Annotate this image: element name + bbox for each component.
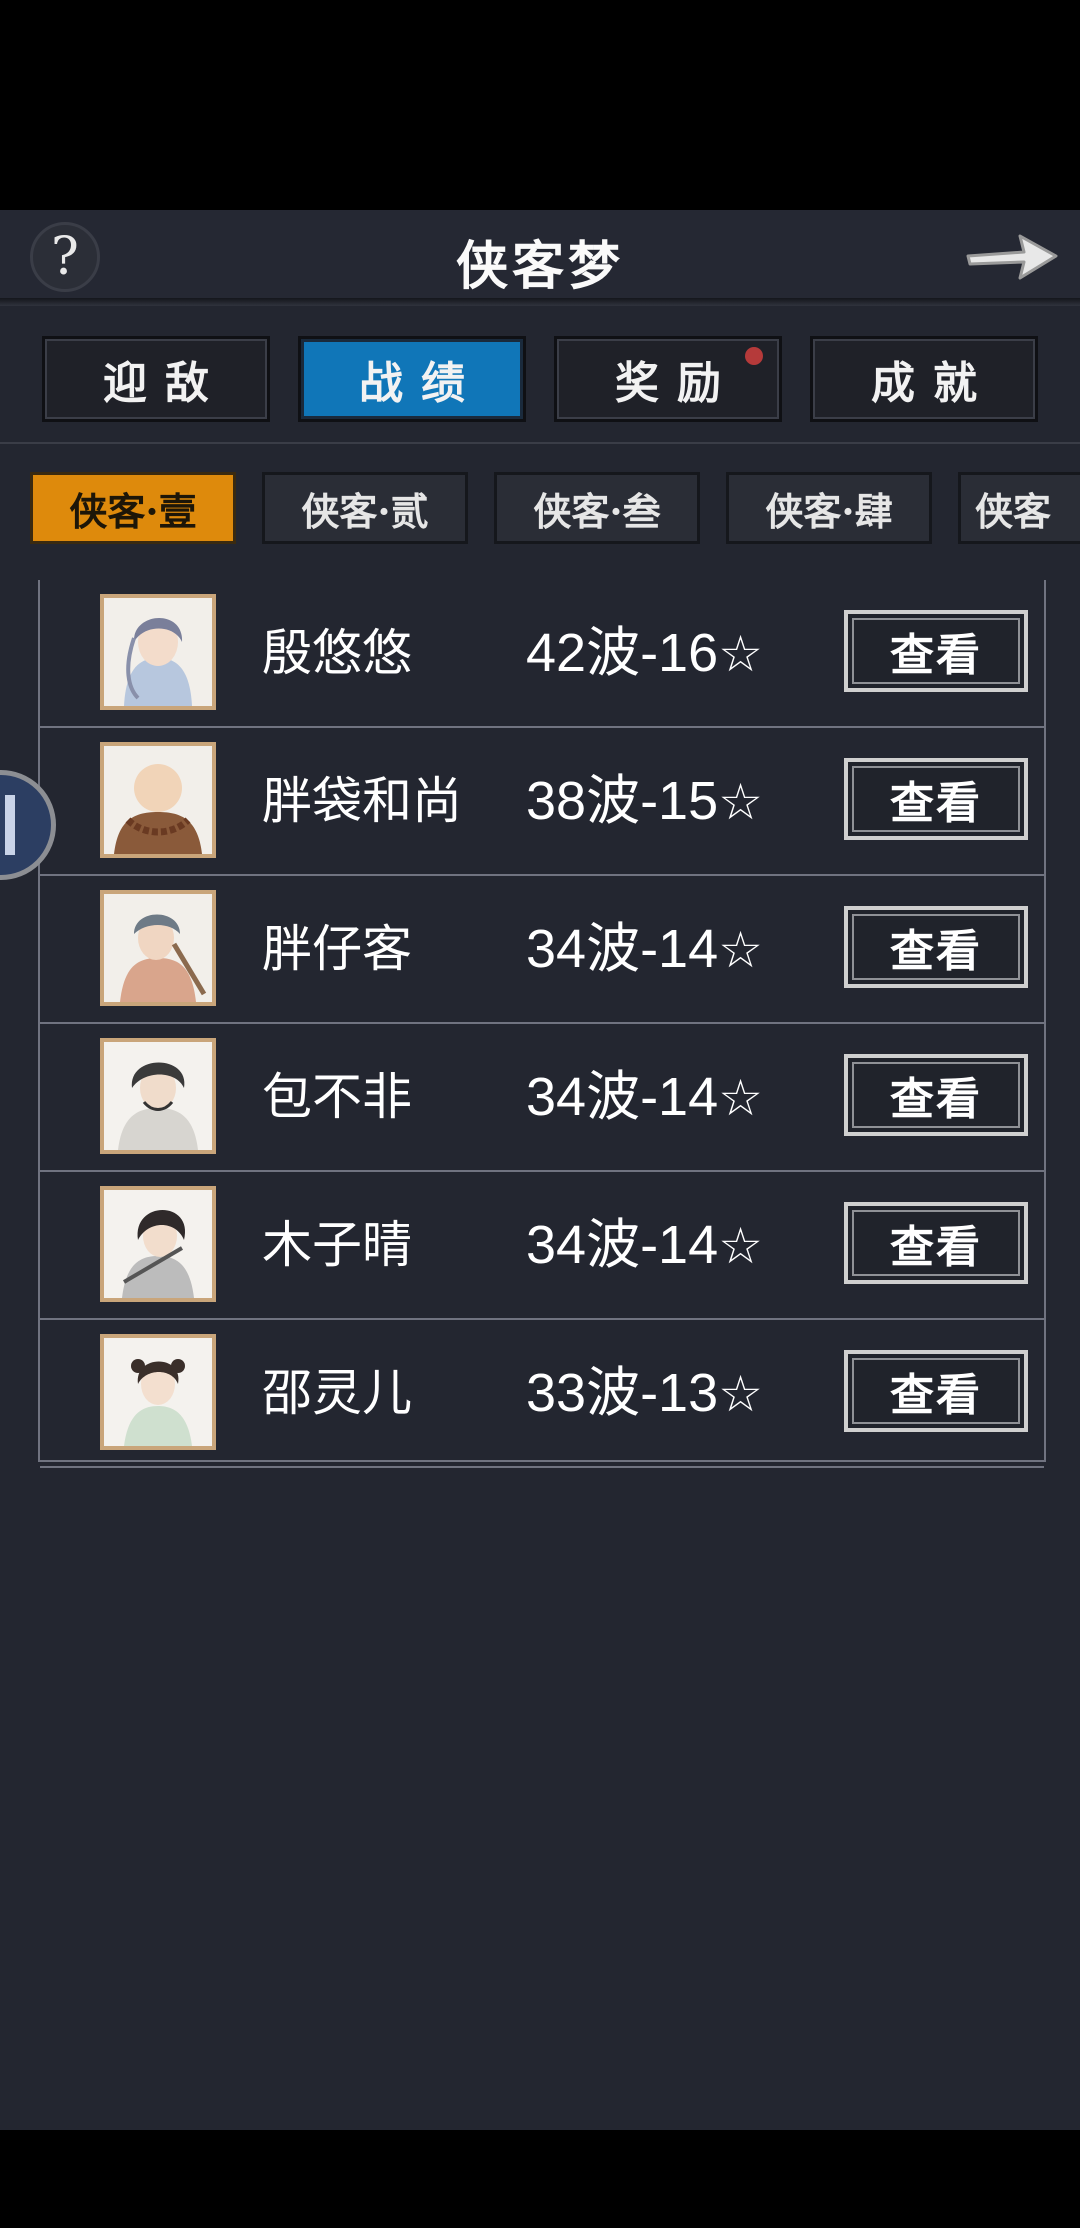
star-icon: ☆ <box>718 922 763 978</box>
notification-dot <box>745 347 763 365</box>
tabs-divider <box>0 442 1080 444</box>
header: ? 侠客梦 <box>0 210 1080 300</box>
record-score: 34波-14☆ <box>526 919 763 979</box>
record-row: 殷悠悠 42波-16☆ 查看 <box>40 580 1044 728</box>
record-row: 胖袋和尚 38波-15☆ 查看 <box>40 728 1044 876</box>
avatar <box>100 594 216 710</box>
view-button[interactable]: 查看 <box>844 758 1028 840</box>
view-button[interactable]: 查看 <box>844 1054 1028 1136</box>
avatar <box>100 1334 216 1450</box>
header-divider <box>0 298 1080 306</box>
tab-zhanji[interactable]: 战绩 <box>298 336 526 422</box>
hero-name: 木子晴 <box>262 1217 412 1273</box>
tab-chengjiu[interactable]: 成就 <box>810 336 1038 422</box>
record-row: 木子晴 34波-14☆ 查看 <box>40 1172 1044 1320</box>
hero-name: 邵灵儿 <box>262 1365 412 1421</box>
exit-button[interactable] <box>962 222 1062 286</box>
star-icon: ☆ <box>718 626 763 682</box>
view-button[interactable]: 查看 <box>844 1350 1028 1432</box>
tab-label: 迎敌 <box>103 358 227 409</box>
right-arrow-icon <box>966 234 1058 280</box>
page-title: 侠客梦 <box>455 236 624 297</box>
records-table: 殷悠悠 42波-16☆ 查看 胖袋和尚 38波-15☆ 查看 胖仔客 34波-1… <box>38 580 1046 1468</box>
record-score: 38波-15☆ <box>526 771 763 831</box>
tab-label: 战绩 <box>359 358 483 409</box>
star-icon: ☆ <box>718 1366 763 1422</box>
handle-grip-icon <box>5 795 15 855</box>
record-score: 34波-14☆ <box>526 1215 763 1275</box>
sub-tab-label: 侠客 <box>975 488 1052 534</box>
sub-tab-label: 侠客·叁 <box>533 488 661 534</box>
sub-tab-3[interactable]: 侠客·叁 <box>494 472 700 544</box>
sub-tab-label: 侠客·贰 <box>301 488 429 534</box>
sub-tab-2[interactable]: 侠客·贰 <box>262 472 468 544</box>
tab-label: 奖励 <box>615 358 739 409</box>
record-score: 34波-14☆ <box>526 1067 763 1127</box>
tab-yingdi[interactable]: 迎敌 <box>42 336 270 422</box>
main-tabs: 迎敌 战绩 奖励 成就 <box>42 336 1038 426</box>
avatar <box>100 742 216 858</box>
sub-tab-5[interactable]: 侠客 <box>958 472 1080 544</box>
view-button[interactable]: 查看 <box>844 906 1028 988</box>
star-icon: ☆ <box>718 1070 763 1126</box>
game-panel: ? 侠客梦 迎敌 战绩 奖励 成就 侠客·壹 侠客·贰 侠客·叁 侠客·肆 侠客… <box>0 210 1080 2130</box>
tab-jiangli[interactable]: 奖励 <box>554 336 782 422</box>
record-score: 33波-13☆ <box>526 1363 763 1423</box>
hero-name: 胖袋和尚 <box>262 773 462 829</box>
view-button[interactable]: 查看 <box>844 1202 1028 1284</box>
star-icon: ☆ <box>718 1218 763 1274</box>
record-row: 胖仔客 34波-14☆ 查看 <box>40 876 1044 1024</box>
sub-tab-4[interactable]: 侠客·肆 <box>726 472 932 544</box>
sub-tab-label: 侠客·壹 <box>69 488 197 534</box>
record-row: 包不非 34波-14☆ 查看 <box>40 1024 1044 1172</box>
hero-name: 包不非 <box>262 1069 412 1125</box>
hero-sub-tabs: 侠客·壹 侠客·贰 侠客·叁 侠客·肆 侠客 <box>30 472 1080 552</box>
sub-tab-1[interactable]: 侠客·壹 <box>30 472 236 544</box>
hero-name: 胖仔客 <box>262 921 412 977</box>
record-row: 邵灵儿 33波-13☆ 查看 <box>40 1320 1044 1468</box>
hero-name: 殷悠悠 <box>262 625 412 681</box>
avatar <box>100 1038 216 1154</box>
star-icon: ☆ <box>718 774 763 830</box>
tab-label: 成就 <box>871 358 995 409</box>
view-button[interactable]: 查看 <box>844 610 1028 692</box>
record-score: 42波-16☆ <box>526 623 763 683</box>
sub-tab-label: 侠客·肆 <box>765 488 893 534</box>
avatar <box>100 890 216 1006</box>
avatar <box>100 1186 216 1302</box>
